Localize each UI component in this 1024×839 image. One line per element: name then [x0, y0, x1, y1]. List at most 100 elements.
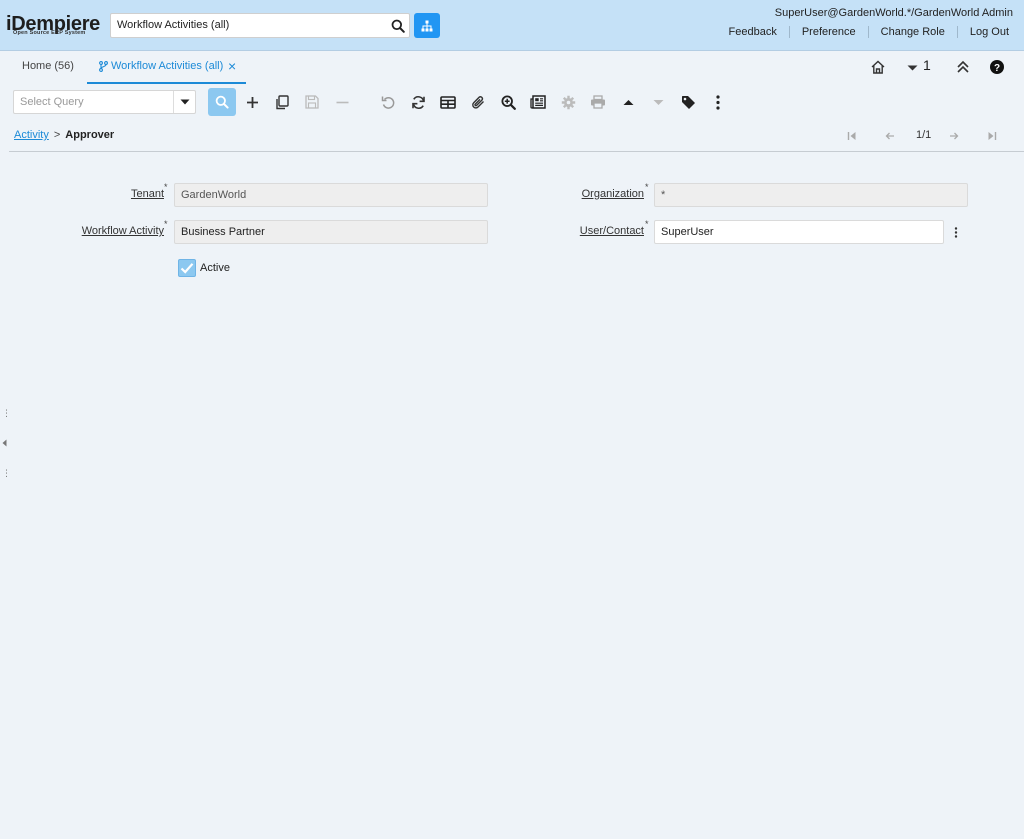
tenant-field[interactable]: GardenWorld	[174, 183, 488, 207]
caret-down-icon	[907, 65, 918, 71]
copy-record-button[interactable]	[268, 88, 296, 116]
toggle-grid-button[interactable]	[434, 88, 462, 116]
breadcrumb-separator: >	[53, 129, 61, 141]
window-tab-bar: Home (56) Workflow Activities (all) × 1 …	[9, 51, 1024, 85]
table-icon	[440, 95, 456, 109]
user-contact-label[interactable]: User/Contact	[580, 225, 644, 237]
search-icon	[391, 19, 405, 33]
new-record-button[interactable]	[238, 88, 266, 116]
required-marker: *	[645, 182, 649, 192]
detail-record-button[interactable]	[644, 88, 672, 116]
query-input[interactable]	[14, 91, 174, 113]
tenant-label[interactable]: Tenant	[131, 188, 164, 200]
copy-icon	[276, 94, 289, 109]
printer-icon	[591, 95, 605, 109]
save-button[interactable]	[298, 88, 326, 116]
print-button[interactable]	[584, 88, 612, 116]
collapse-header-icon[interactable]	[955, 59, 971, 78]
organization-field[interactable]: *	[654, 183, 968, 207]
report-button[interactable]	[524, 88, 552, 116]
required-marker: *	[164, 182, 168, 192]
svg-text:?: ?	[994, 63, 1000, 74]
find-button[interactable]	[208, 88, 236, 116]
breadcrumb-current: Approver	[65, 129, 115, 141]
change-role-link[interactable]: Change Role	[867, 26, 957, 38]
previous-record-button[interactable]	[880, 127, 900, 145]
gear-icon	[561, 95, 575, 109]
organization-label[interactable]: Organization	[582, 188, 644, 200]
sitemap-icon	[421, 20, 433, 31]
active-checkbox[interactable]	[178, 259, 196, 277]
first-page-icon	[847, 132, 856, 140]
arrow-right-icon	[950, 132, 959, 140]
paperclip-icon	[471, 95, 484, 109]
tab-workflow-activities[interactable]: Workflow Activities (all) ×	[87, 51, 246, 84]
active-label[interactable]: Active	[200, 262, 230, 274]
caret-up-icon	[623, 99, 633, 105]
expand-panel-icon[interactable]	[2, 439, 7, 449]
search-button[interactable]	[386, 13, 410, 38]
window-toolbar	[9, 86, 1024, 120]
logo-subtitle: Open Source ERP System	[13, 30, 86, 36]
close-tab-icon[interactable]: ×	[228, 51, 236, 81]
header-links: Feedback Preference Change Role Log Out	[717, 25, 1009, 39]
feedback-link[interactable]: Feedback	[717, 26, 789, 38]
workflow-branch-icon	[99, 60, 108, 72]
tag-icon	[681, 95, 695, 109]
plus-icon	[246, 96, 258, 108]
query-select[interactable]	[13, 90, 196, 114]
minus-icon	[336, 101, 348, 103]
header-divider	[9, 151, 1024, 152]
refresh-button[interactable]	[404, 88, 432, 116]
checkmark-icon	[180, 263, 194, 274]
preference-link[interactable]: Preference	[788, 26, 868, 38]
help-icon[interactable]: ?	[989, 59, 1005, 78]
first-record-button[interactable]	[842, 127, 862, 145]
process-button[interactable]	[554, 88, 582, 116]
user-contact-menu-button[interactable]	[948, 222, 964, 242]
undo-button[interactable]	[374, 88, 402, 116]
global-search-input[interactable]: Workflow Activities (all)	[110, 13, 387, 38]
query-dropdown-button[interactable]	[173, 91, 195, 113]
attachment-button[interactable]	[464, 88, 492, 116]
search-icon	[215, 95, 229, 109]
idempiere-logo[interactable]: iDempiere Open Source ERP System	[6, 14, 108, 38]
tab-home[interactable]: Home (56)	[22, 51, 74, 84]
last-page-icon	[988, 132, 997, 140]
label-button[interactable]	[674, 88, 702, 116]
splitter-grip-bottom[interactable]: ⋮	[2, 468, 11, 479]
home-icon[interactable]	[870, 59, 886, 78]
breadcrumb: Activity > Approver	[14, 129, 114, 141]
menu-tree-button[interactable]	[414, 13, 440, 38]
kebab-menu-icon	[954, 226, 958, 238]
arrow-left-icon	[885, 132, 894, 140]
newspaper-icon	[530, 95, 546, 109]
splitter-grip-top[interactable]: ⋮	[2, 408, 11, 419]
save-icon	[305, 95, 319, 109]
zoom-across-button[interactable]	[494, 88, 522, 116]
user-context-label: SuperUser@GardenWorld.*/GardenWorld Admi…	[774, 7, 1013, 19]
delete-button[interactable]	[328, 88, 356, 116]
app-header: iDempiere Open Source ERP System Workflo…	[0, 0, 1024, 51]
caret-down-icon	[180, 99, 189, 105]
open-window-count: 1	[923, 57, 931, 73]
caret-down-icon	[653, 99, 663, 105]
window-list-dropdown[interactable]	[907, 61, 918, 75]
undo-icon	[381, 96, 394, 109]
user-contact-field[interactable]: SuperUser	[654, 220, 944, 244]
breadcrumb-parent-link[interactable]: Activity	[14, 129, 49, 141]
zoom-in-icon	[500, 94, 516, 110]
log-out-link[interactable]: Log Out	[956, 26, 1009, 38]
refresh-icon	[411, 95, 425, 109]
record-position: 1/1	[916, 129, 932, 141]
next-record-button[interactable]	[944, 127, 964, 145]
parent-record-button[interactable]	[614, 88, 642, 116]
required-marker: *	[164, 219, 168, 229]
workflow-activity-field[interactable]: Business Partner	[174, 220, 488, 244]
kebab-menu-icon	[716, 94, 720, 110]
tab-label: Workflow Activities (all)	[111, 60, 224, 72]
last-record-button[interactable]	[982, 127, 1002, 145]
more-actions-button[interactable]	[704, 88, 732, 116]
required-marker: *	[645, 219, 649, 229]
workflow-activity-label[interactable]: Workflow Activity	[82, 225, 164, 237]
